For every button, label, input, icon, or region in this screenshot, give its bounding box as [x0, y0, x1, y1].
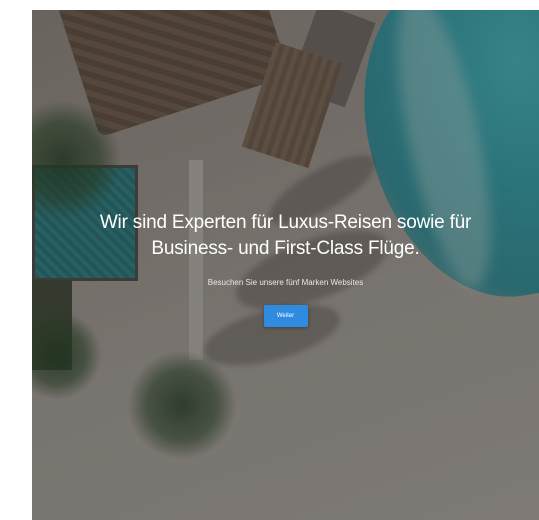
continue-button[interactable]: Weiter — [263, 305, 308, 327]
hero-section: Wir sind Experten für Luxus-Reisen sowie… — [32, 10, 539, 520]
hero-headline: Wir sind Experten für Luxus-Reisen sowie… — [66, 210, 506, 262]
hero-content: Wir sind Experten für Luxus-Reisen sowie… — [32, 210, 539, 327]
headline-line-1: Wir sind Experten für Luxus-Reisen sowie… — [99, 212, 472, 233]
headline-line-2: Business- und First-Class Flüge. — [151, 238, 420, 259]
hero-subtitle: Besuchen Sie unsere fünf Marken Websites — [207, 278, 364, 287]
